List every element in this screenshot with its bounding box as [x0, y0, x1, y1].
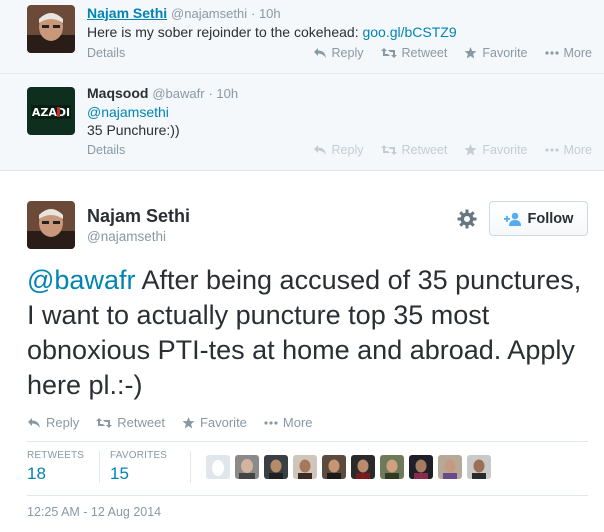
retweet-label: Retweet: [401, 46, 448, 60]
tweet-time[interactable]: · 10h: [251, 6, 281, 21]
favorite-label: Favorite: [199, 415, 247, 430]
favoriter-avatars: [206, 455, 491, 479]
gear-icon[interactable]: [456, 208, 478, 230]
author-name[interactable]: Najam Sethi: [87, 206, 190, 227]
retweets-count: 18: [27, 464, 46, 483]
reply-label: Reply: [331, 46, 364, 60]
context-tweet-1[interactable]: Najam Sethi @najamsethi · 10h Here is my…: [0, 0, 604, 74]
reply-icon: [313, 48, 326, 58]
retweets-stat[interactable]: RETWEETS 18: [27, 450, 84, 484]
tweet-text: @bawafr After being accused of 35 punctu…: [27, 263, 587, 403]
favorite-label: Favorite: [482, 143, 528, 157]
avatar[interactable]: [322, 455, 346, 479]
avatar-egg[interactable]: [206, 455, 230, 479]
retweet-button[interactable]: Retweet: [96, 415, 165, 430]
tweet-text-body: 35 Punchure:)): [87, 122, 180, 138]
context-tweet-2[interactable]: AZADI Maqsood @bawafr · 10h @najamsethi …: [0, 74, 604, 171]
retweet-label: Retweet: [117, 415, 165, 430]
favorites-stat[interactable]: FAVORITES 15: [110, 450, 167, 484]
favorite-button[interactable]: Favorite: [464, 46, 528, 60]
avatar[interactable]: [293, 455, 317, 479]
tweet-actions: Reply Retweet Favorite More: [27, 415, 313, 430]
stat-separator: [190, 451, 191, 483]
reply-button[interactable]: Reply: [313, 46, 364, 60]
author-name[interactable]: Najam Sethi: [87, 5, 167, 21]
star-icon: [464, 144, 477, 156]
author-handle[interactable]: @najamsethi: [171, 6, 247, 21]
stat-separator: [99, 451, 100, 483]
avatar[interactable]: [235, 455, 259, 479]
tweet-actions: Reply Retweet Favorite More: [313, 46, 592, 60]
author-handle[interactable]: @bawafr: [152, 86, 204, 101]
details-link[interactable]: Details: [87, 143, 125, 157]
more-label: More: [563, 143, 592, 157]
mention-link[interactable]: @bawafr: [27, 265, 135, 295]
tweet-timestamp[interactable]: 12:25 AM - 12 Aug 2014: [27, 505, 161, 519]
tweet-text-body: Here is my sober rejoinder to the cokehe…: [87, 24, 359, 40]
favorite-button[interactable]: Favorite: [182, 415, 247, 430]
author-name[interactable]: Maqsood: [87, 85, 148, 101]
mention-link[interactable]: @najamsethi: [87, 104, 169, 120]
main-tweet: Najam Sethi @najamsethi Follow @bawafr A…: [0, 171, 604, 532]
reply-label: Reply: [331, 143, 364, 157]
favorite-button[interactable]: Favorite: [464, 143, 528, 157]
divider: [27, 495, 588, 496]
favorites-label: FAVORITES: [110, 450, 168, 461]
tweet-footer: Details Reply Retweet Favorite More: [87, 143, 592, 161]
tweet-footer: Details Reply Retweet Favorite More: [87, 46, 592, 64]
avatar[interactable]: [409, 455, 433, 479]
tweet-actions: Reply Retweet Favorite More: [313, 143, 592, 157]
more-button[interactable]: More: [544, 143, 592, 157]
avatar[interactable]: AZADI: [27, 87, 75, 135]
favorites-count: 15: [110, 464, 129, 483]
star-icon: [182, 416, 195, 428]
reply-button[interactable]: Reply: [27, 415, 79, 430]
reply-button[interactable]: Reply: [313, 143, 364, 157]
follow-label: Follow: [527, 210, 574, 227]
add-user-icon: [503, 212, 521, 226]
retweets-label: RETWEETS: [27, 450, 85, 461]
more-button[interactable]: More: [544, 46, 592, 60]
avatar[interactable]: [351, 455, 375, 479]
tweet-text: @najamsethi: [87, 103, 594, 121]
more-label: More: [563, 46, 592, 60]
reply-icon: [28, 417, 40, 428]
more-dots-icon: [544, 148, 559, 152]
retweet-button[interactable]: Retweet: [380, 143, 448, 157]
more-button[interactable]: More: [264, 415, 313, 430]
favorite-label: Favorite: [482, 46, 528, 60]
avatar[interactable]: [27, 201, 75, 249]
more-dots-icon: [264, 420, 278, 425]
avatar[interactable]: [438, 455, 462, 479]
tweet-text: Here is my sober rejoinder to the cokehe…: [87, 23, 594, 41]
tweet-link[interactable]: goo.gl/bCSTZ9: [362, 24, 456, 40]
author-handle[interactable]: @najamsethi: [87, 229, 166, 244]
retweet-icon: [380, 145, 397, 155]
star-icon: [464, 47, 477, 59]
divider: [27, 441, 588, 442]
more-label: More: [282, 415, 313, 430]
follow-button[interactable]: Follow: [489, 201, 588, 236]
avatar[interactable]: [467, 455, 491, 479]
retweet-icon: [380, 48, 397, 58]
reply-label: Reply: [46, 415, 80, 430]
avatar-logo-text: AZADI: [32, 106, 70, 119]
details-link[interactable]: Details: [87, 46, 125, 60]
retweet-label: Retweet: [401, 143, 448, 157]
reply-icon: [313, 145, 326, 155]
tweet-time[interactable]: · 10h: [208, 86, 238, 101]
avatar[interactable]: [264, 455, 288, 479]
avatar[interactable]: [380, 455, 404, 479]
avatar[interactable]: [27, 5, 75, 53]
more-dots-icon: [544, 51, 559, 55]
retweet-icon: [96, 417, 113, 428]
retweet-button[interactable]: Retweet: [380, 46, 448, 60]
